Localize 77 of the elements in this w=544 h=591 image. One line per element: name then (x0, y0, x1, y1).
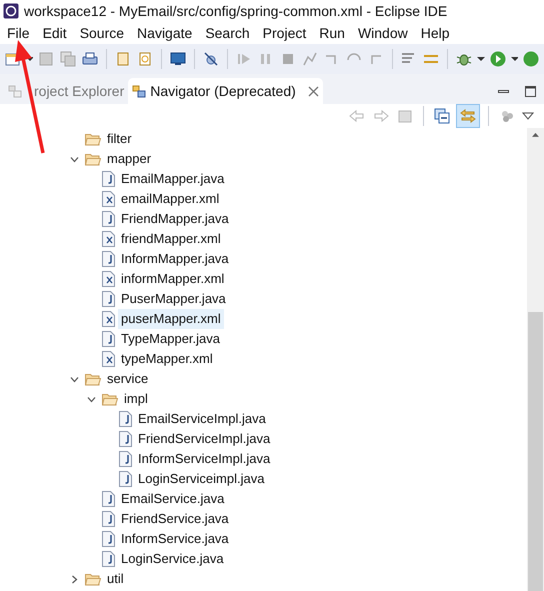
skip-breakpoints-icon[interactable] (202, 50, 220, 68)
tree-item[interactable]: impl (121, 389, 151, 409)
tree-item[interactable]: FriendService.java (118, 509, 232, 529)
window-title: workspace12 - MyEmail/src/config/spring-common.xml - Eclipse IDE (24, 2, 448, 21)
menu-item[interactable]: Help (418, 22, 453, 44)
back-icon[interactable] (348, 107, 366, 125)
tree-item[interactable]: mapper (104, 149, 154, 169)
tree-item[interactable]: filter (104, 129, 135, 149)
tree-item[interactable]: LoginServiceimpl.java (135, 469, 268, 489)
menu-item[interactable]: File (4, 22, 33, 44)
tree-item[interactable]: typeMapper.xml (118, 349, 216, 369)
java-file-icon (102, 511, 115, 527)
tree-item[interactable]: util (104, 569, 127, 589)
menu-item[interactable]: Project (260, 22, 310, 44)
tree-item[interactable]: InformService.java (118, 529, 232, 549)
java-file-icon (102, 551, 115, 567)
monitor-icon[interactable] (169, 50, 188, 68)
folder-icon (102, 392, 118, 406)
menu-item[interactable]: Run (316, 22, 348, 44)
xml-file-icon (102, 231, 115, 247)
folder-icon (85, 572, 101, 586)
view-tab[interactable]: Navigator (Deprecated) (128, 78, 323, 104)
tree-item[interactable]: FriendMapper.java (118, 209, 232, 229)
java-file-icon (102, 291, 115, 307)
link-with-editor-icon[interactable] (457, 105, 479, 127)
dropdown-icon[interactable] (510, 56, 518, 62)
folder-icon (85, 372, 101, 386)
tree-item[interactable]: emailMapper.xml (118, 189, 222, 209)
java-file-icon (119, 411, 132, 427)
menu-item[interactable]: Window (354, 22, 411, 44)
tree-item[interactable]: friendMapper.xml (118, 229, 224, 249)
maximize-icon[interactable] (525, 86, 536, 96)
tree-item[interactable]: FriendServiceImpl.java (135, 429, 274, 449)
tree-item[interactable]: LoginService.java (118, 549, 227, 569)
chevron-down-icon[interactable] (87, 394, 96, 404)
forward-icon[interactable] (372, 107, 390, 125)
folder-icon (85, 152, 101, 166)
navigator-icon (132, 84, 146, 98)
chevron-down-icon[interactable] (70, 154, 79, 164)
java-file-icon (119, 471, 132, 487)
menu-item[interactable]: Edit (40, 22, 70, 44)
tree-item[interactable]: service (104, 369, 152, 389)
tree-item[interactable]: informMapper.xml (118, 269, 228, 289)
tree-item[interactable]: PuserMapper.java (118, 289, 229, 309)
tree-item[interactable]: puserMapper.xml (118, 309, 224, 329)
dropdown-icon[interactable] (477, 56, 485, 62)
tree-item[interactable]: EmailServiceImpl.java (135, 409, 269, 429)
java-file-icon (102, 171, 115, 187)
close-icon[interactable] (308, 86, 319, 96)
java-file-icon (102, 331, 115, 347)
xml-file-icon (102, 271, 115, 287)
tree-item[interactable]: EmailService.java (118, 489, 228, 509)
view-tab[interactable]: roject Explorer (4, 78, 128, 104)
menu-item[interactable]: Navigate (134, 22, 196, 44)
project-icon (8, 84, 22, 98)
tree-item[interactable]: InformServiceImpl.java (135, 449, 274, 469)
menu-item[interactable]: Search (202, 22, 253, 44)
app-logo-icon (3, 3, 19, 19)
xml-file-icon (102, 351, 115, 367)
menu-item[interactable]: Source (76, 22, 128, 44)
view-menu-icon[interactable] (522, 112, 534, 120)
java-file-icon (102, 491, 115, 507)
tree-item[interactable]: EmailMapper.java (118, 169, 228, 189)
java-file-icon (119, 431, 132, 447)
collapse-all-icon[interactable] (433, 107, 451, 125)
chevron-right-icon[interactable] (70, 574, 79, 584)
folder-icon (85, 132, 101, 146)
chevron-down-icon[interactable] (70, 374, 79, 384)
tree-item[interactable]: InformMapper.java (118, 249, 232, 269)
java-file-icon (102, 531, 115, 547)
java-file-icon (102, 251, 115, 267)
java-file-icon (119, 451, 132, 467)
xml-file-icon (102, 191, 115, 207)
java-file-icon (102, 211, 115, 227)
tree-item[interactable]: TypeMapper.java (118, 329, 224, 349)
scrollbar[interactable] (527, 128, 544, 591)
xml-file-icon (102, 311, 115, 327)
